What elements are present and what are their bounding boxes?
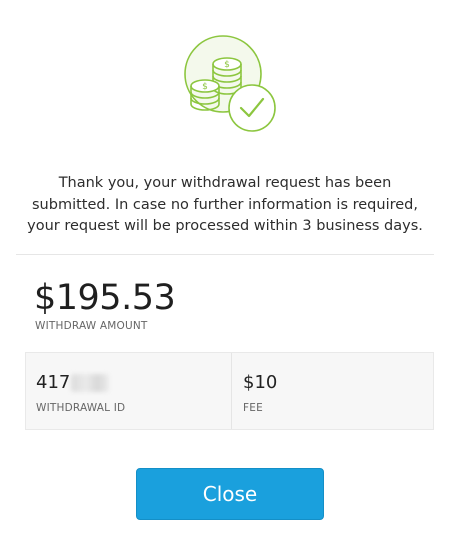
coins-check-icon: $ $ (184, 35, 276, 132)
withdrawal-id-label: WITHDRAWAL ID (36, 402, 126, 414)
withdrawal-success-illustration: $ $ (175, 30, 285, 140)
withdrawal-details-panel: 417 WITHDRAWAL ID $10 FEE (25, 352, 434, 430)
fee-value: $10 (243, 372, 278, 393)
redacted-blur (71, 373, 110, 392)
withdraw-amount-label: WITHDRAW AMOUNT (35, 320, 148, 332)
svg-text:$: $ (202, 82, 208, 92)
withdraw-amount-value: $195.53 (34, 278, 176, 318)
withdrawal-id-visible-digits: 417 (36, 372, 71, 393)
fee-label: FEE (243, 402, 263, 414)
confirmation-message-line: your request will be processed within 3 … (27, 218, 423, 234)
svg-text:$: $ (224, 60, 230, 70)
section-divider (16, 254, 434, 255)
confirmation-message-line: submitted. In case no further informatio… (32, 196, 418, 213)
close-button[interactable]: Close (136, 468, 324, 520)
confirmation-message: Thank you, your withdrawal request has b… (20, 173, 430, 238)
withdrawal-id-value: 417 (36, 372, 110, 393)
withdrawal-id-cell: 417 WITHDRAWAL ID (26, 353, 232, 429)
confirmation-message-line: Thank you, your withdrawal request has b… (58, 175, 392, 191)
fee-cell: $10 FEE (232, 353, 433, 429)
